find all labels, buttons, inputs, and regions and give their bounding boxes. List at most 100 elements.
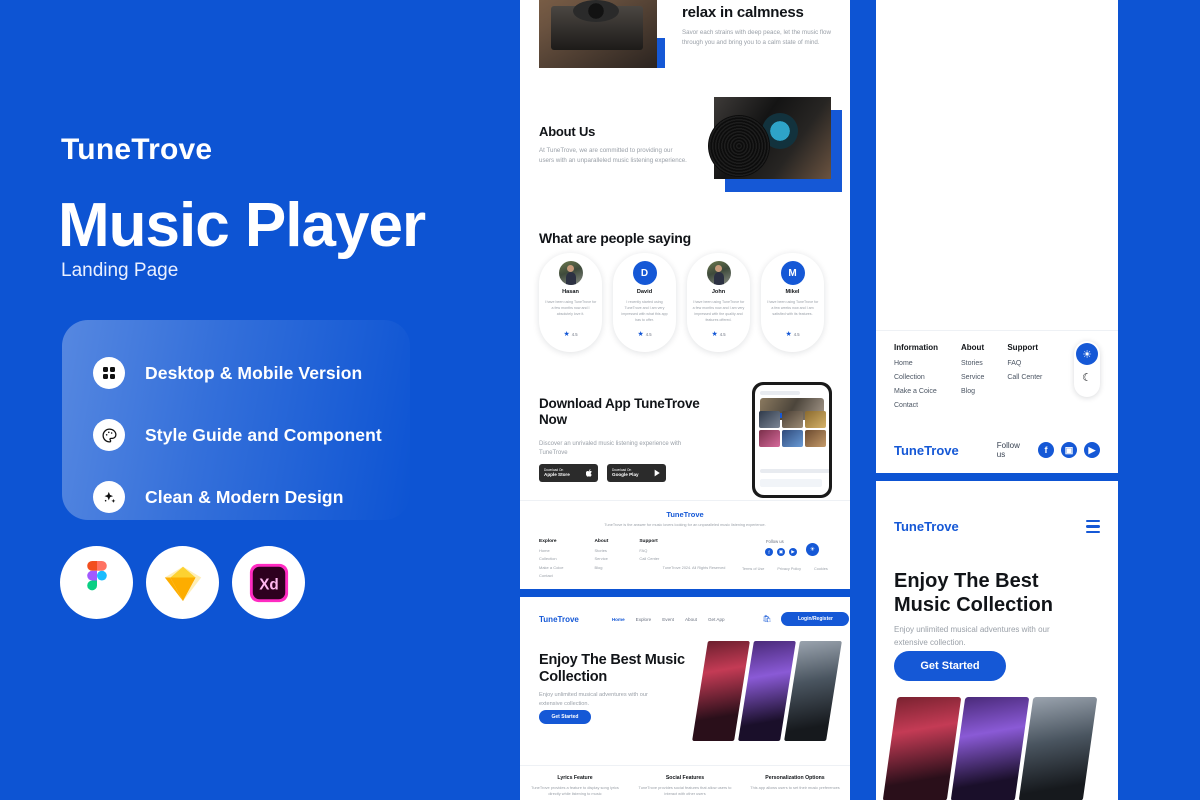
store-big: Google Play: [612, 472, 639, 478]
rating-value: 4.5: [645, 332, 652, 337]
desktop-mockup-long: relax in calmness Savor each strains wit…: [520, 0, 850, 589]
mobile-heading: Enjoy The Best Music Collection: [894, 570, 1053, 616]
feature-title: Social Features: [665, 775, 705, 781]
hero-image: [950, 697, 1030, 800]
footer-link[interactable]: FAQ: [639, 548, 659, 553]
footer-columns: Explore Home Collection Make a Coice Con…: [539, 539, 659, 582]
feature-column: Social Features TuneTrove provides socia…: [630, 775, 740, 797]
desktop-hero-mockup: TuneTrove Home Explore Event About Get A…: [520, 597, 850, 800]
footer-link[interactable]: Stories: [594, 548, 608, 553]
footer-link[interactable]: FAQ: [1007, 360, 1042, 367]
page-title: Music Player: [58, 191, 426, 260]
footer-link[interactable]: Collection: [539, 556, 563, 561]
footer-link[interactable]: Stories: [961, 360, 984, 367]
instagram-icon[interactable]: ▣: [1061, 442, 1077, 458]
sun-icon[interactable]: ☀: [1076, 343, 1098, 365]
footer-link[interactable]: Make a Coice: [539, 565, 563, 570]
testimonial-text: I have been using TuneTrove for a few mo…: [544, 300, 597, 317]
footer-bottom-bar: TuneTrove Follow us f ▣ ▶: [894, 441, 1100, 459]
feature-list-card: Desktop & Mobile Version Style Guide and…: [62, 320, 410, 520]
footer-link[interactable]: Call Center: [1007, 374, 1042, 381]
rating: ★ 4.5: [785, 331, 799, 338]
youtube-icon[interactable]: ▶: [1084, 442, 1100, 458]
testimonial-name: John: [711, 289, 726, 295]
footer-link[interactable]: Make a Coice: [894, 388, 938, 395]
moon-icon[interactable]: ☾: [1082, 371, 1092, 384]
nav-item-explore[interactable]: Explore: [636, 617, 652, 622]
about-heading: About Us: [539, 124, 596, 139]
download-heading: Download App TuneTrove Now: [539, 396, 700, 427]
instagram-icon[interactable]: ▣: [777, 548, 785, 556]
feature-label: Clean & Modern Design: [145, 486, 344, 507]
figma-logo: [60, 546, 133, 619]
feature-title: Lyrics Feature: [557, 775, 593, 781]
footer-link[interactable]: Contact: [539, 573, 563, 578]
footer-link[interactable]: Blog: [961, 388, 984, 395]
testimonial-card: John I have been using TuneTrove for a f…: [687, 253, 750, 352]
adobe-xd-logo: Xd: [232, 546, 305, 619]
testimonial-text: I have been using TuneTrove for a few we…: [766, 300, 819, 317]
nav-item-get-app[interactable]: Get App: [708, 617, 725, 622]
nav-item-home[interactable]: Home: [612, 617, 625, 622]
feature-text: This app allows users to set their music…: [750, 784, 840, 790]
mobile-navbar: TuneTrove: [894, 519, 1100, 534]
sketch-logo: [146, 546, 219, 619]
footer-legal-links: Terms of Use Privacy Policy Cookies: [742, 567, 828, 571]
youtube-icon[interactable]: ▶: [789, 548, 797, 556]
footer-link[interactable]: Blog: [594, 565, 608, 570]
turntable-photo: [539, 0, 657, 68]
footer-column-information: Information Home Collection Make a Coice…: [894, 343, 938, 416]
nav-item-about[interactable]: About: [685, 617, 697, 622]
testimonials-heading: What are people saying: [539, 230, 691, 246]
star-icon: ★: [785, 331, 792, 338]
footer-logo: TuneTrove: [894, 442, 959, 458]
footer-link[interactable]: Service: [594, 556, 608, 561]
get-started-button[interactable]: Get Started: [539, 710, 591, 724]
footer-legal-link[interactable]: Privacy Policy: [777, 567, 801, 571]
testimonial-text: I recently started using TuneTrove and I…: [621, 300, 668, 323]
rating-value: 4.5: [793, 332, 800, 337]
feature-item-style-guide: Style Guide and Component: [62, 404, 410, 466]
testimonial-cards: Hasan I have been using TuneTrove for a …: [539, 253, 824, 352]
about-body: At TuneTrove, we are committed to provid…: [539, 147, 687, 164]
rating: ★ 4.5: [711, 331, 725, 338]
footer-link[interactable]: Home: [894, 360, 938, 367]
google-play-button[interactable]: Download On Google Play: [607, 464, 666, 482]
theme-toggle[interactable]: ☀ ☾: [1074, 341, 1100, 397]
facebook-icon[interactable]: f: [1038, 442, 1054, 458]
testimonial-card: Hasan I have been using TuneTrove for a …: [539, 253, 602, 352]
feature-column: Lyrics Feature TuneTrove provides a feat…: [520, 775, 630, 797]
footer-tagline: TuneTrove is the answer for music lovers…: [604, 523, 766, 527]
store-big: Apple Store: [544, 472, 570, 478]
feature-label: Style Guide and Component: [145, 424, 382, 445]
footer-legal-link[interactable]: Cookies: [814, 567, 828, 571]
sparkle-icon: [93, 481, 125, 513]
facebook-icon[interactable]: f: [765, 548, 773, 556]
footer-legal-link[interactable]: Terms of Use: [742, 567, 764, 571]
footer-link[interactable]: Service: [961, 374, 984, 381]
footer-link[interactable]: Contact: [894, 402, 938, 409]
avatar: [558, 261, 583, 285]
star-icon: ★: [711, 331, 718, 338]
cover-panel: TuneTrove Music Player Landing Page Desk…: [0, 0, 520, 800]
get-started-button[interactable]: Get Started: [894, 651, 1006, 681]
login-register-button[interactable]: Login/Register: [781, 612, 850, 626]
cart-icon[interactable]: 🛍: [763, 615, 772, 623]
star-icon: ★: [637, 331, 644, 338]
footer-link[interactable]: Collection: [894, 374, 938, 381]
apple-icon: [586, 469, 592, 477]
mobile-footer: Information Home Collection Make a Coice…: [876, 330, 1118, 473]
apple-store-button[interactable]: Download On Apple Store: [539, 464, 598, 482]
vinyl-photo: [708, 97, 831, 179]
nav-item-event[interactable]: Event: [662, 617, 674, 622]
footer-column-explore: Explore Home Collection Make a Coice Con…: [539, 539, 563, 582]
footer-link[interactable]: Call Center: [639, 556, 659, 561]
palette-icon: [93, 419, 125, 451]
hamburger-icon[interactable]: [1086, 519, 1100, 534]
follow-label: Follow us: [996, 441, 1020, 459]
footer-follow-label: Follow us: [766, 539, 784, 544]
mobile-image-stack: [882, 697, 1098, 800]
theme-toggle-button[interactable]: ☀: [806, 543, 819, 556]
footer-link[interactable]: Home: [539, 548, 563, 553]
footer-columns: Information Home Collection Make a Coice…: [894, 343, 1042, 416]
